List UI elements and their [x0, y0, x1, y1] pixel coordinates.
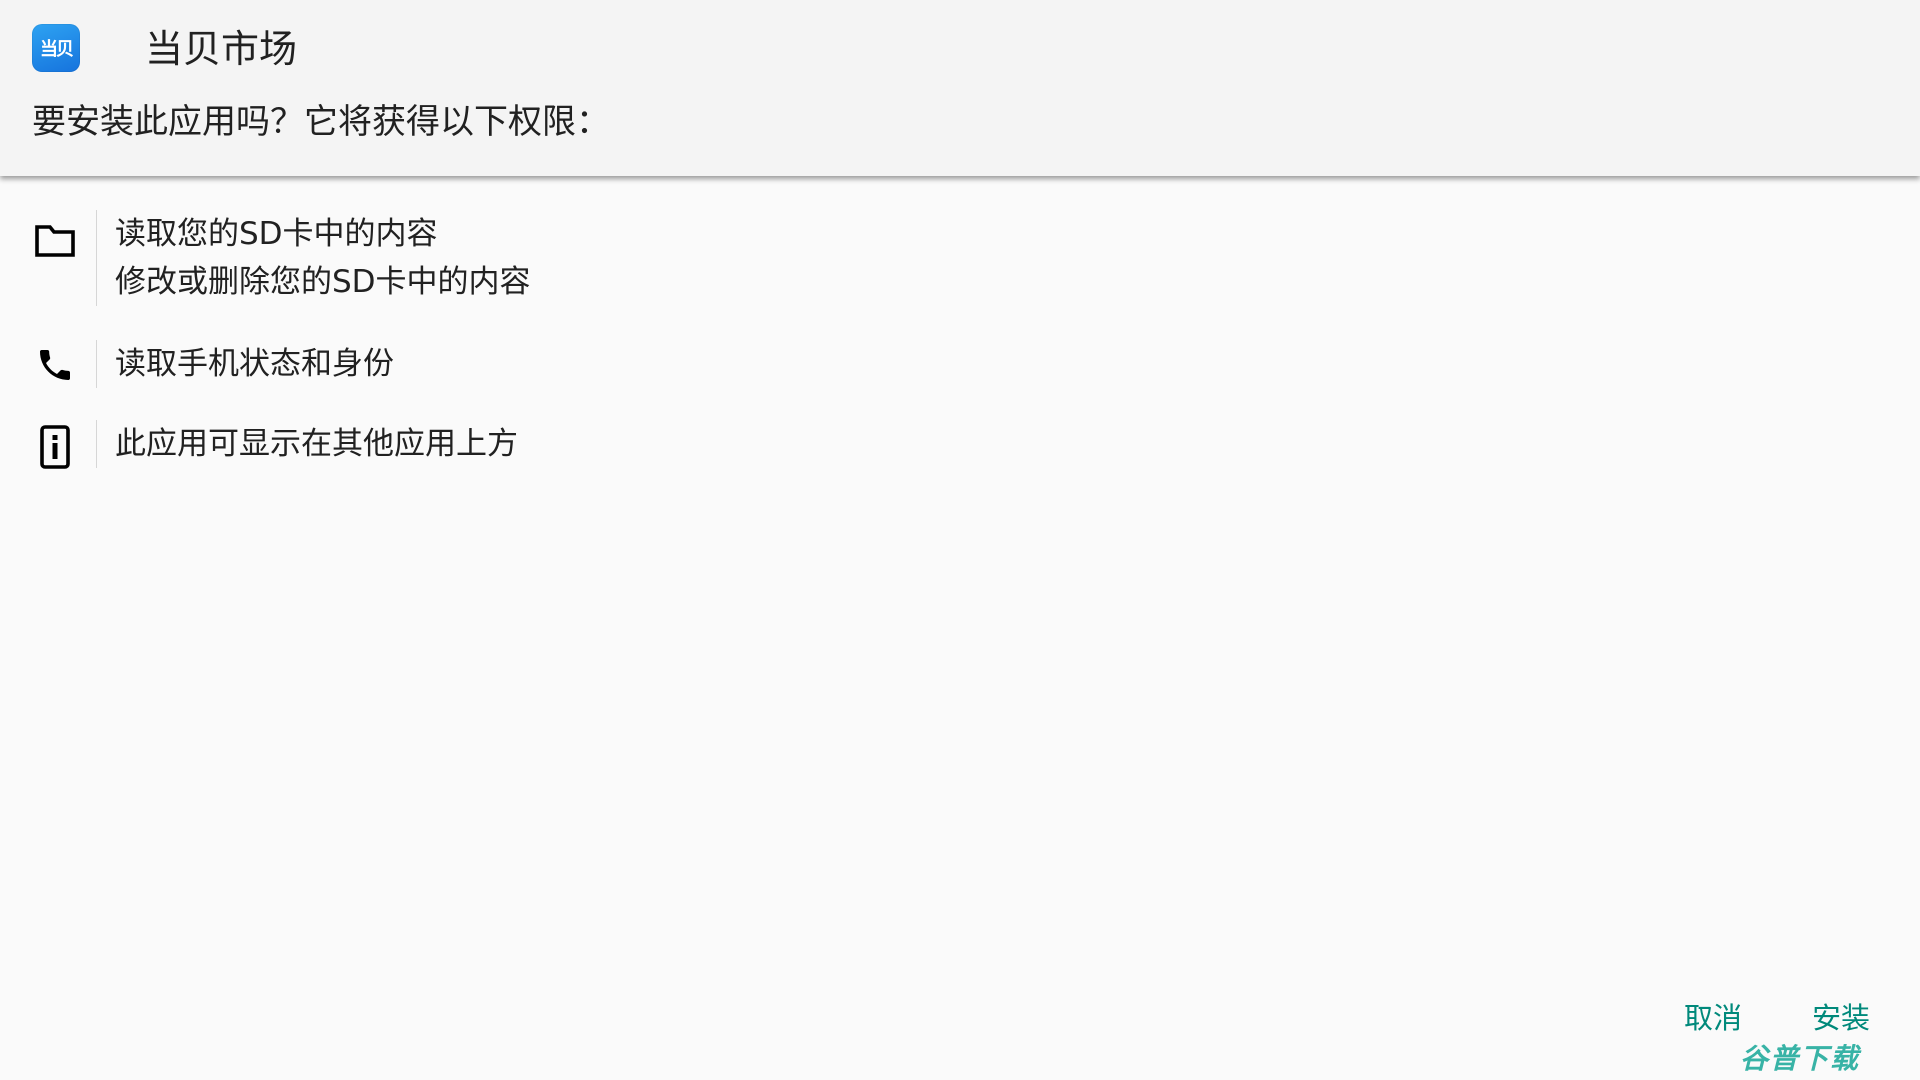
folder-icon: [32, 218, 78, 264]
overlay-window-icon: [32, 424, 78, 470]
app-name: 当贝市场: [145, 27, 298, 71]
watermark: 谷普下载: [1740, 1042, 1861, 1075]
install-question: 要安装此应用吗？它将获得以下权限：: [32, 102, 610, 142]
permission-line: 修改或删除您的SD卡中的内容: [115, 264, 531, 300]
app-icon: 当贝: [32, 24, 80, 72]
install-dialog-header: 当贝 当贝市场 要安装此应用吗？它将获得以下权限：: [0, 0, 1920, 176]
permission-divider: [96, 420, 97, 468]
permission-item-phone: 读取手机状态和身份: [0, 338, 1920, 398]
permission-line: 此应用可显示在其他应用上方: [115, 426, 518, 462]
permission-item-storage: 读取您的SD卡中的内容 修改或删除您的SD卡中的内容: [0, 210, 1920, 310]
permission-divider: [96, 340, 97, 388]
permission-line: 读取手机状态和身份: [115, 346, 394, 382]
permission-item-overlay: 此应用可显示在其他应用上方: [0, 418, 1920, 478]
app-icon-text: 当贝: [40, 39, 74, 60]
permission-line: 读取您的SD卡中的内容: [115, 216, 438, 252]
cancel-button[interactable]: 取消: [1680, 990, 1746, 1046]
phone-icon: [32, 342, 78, 388]
permission-divider: [96, 210, 97, 306]
